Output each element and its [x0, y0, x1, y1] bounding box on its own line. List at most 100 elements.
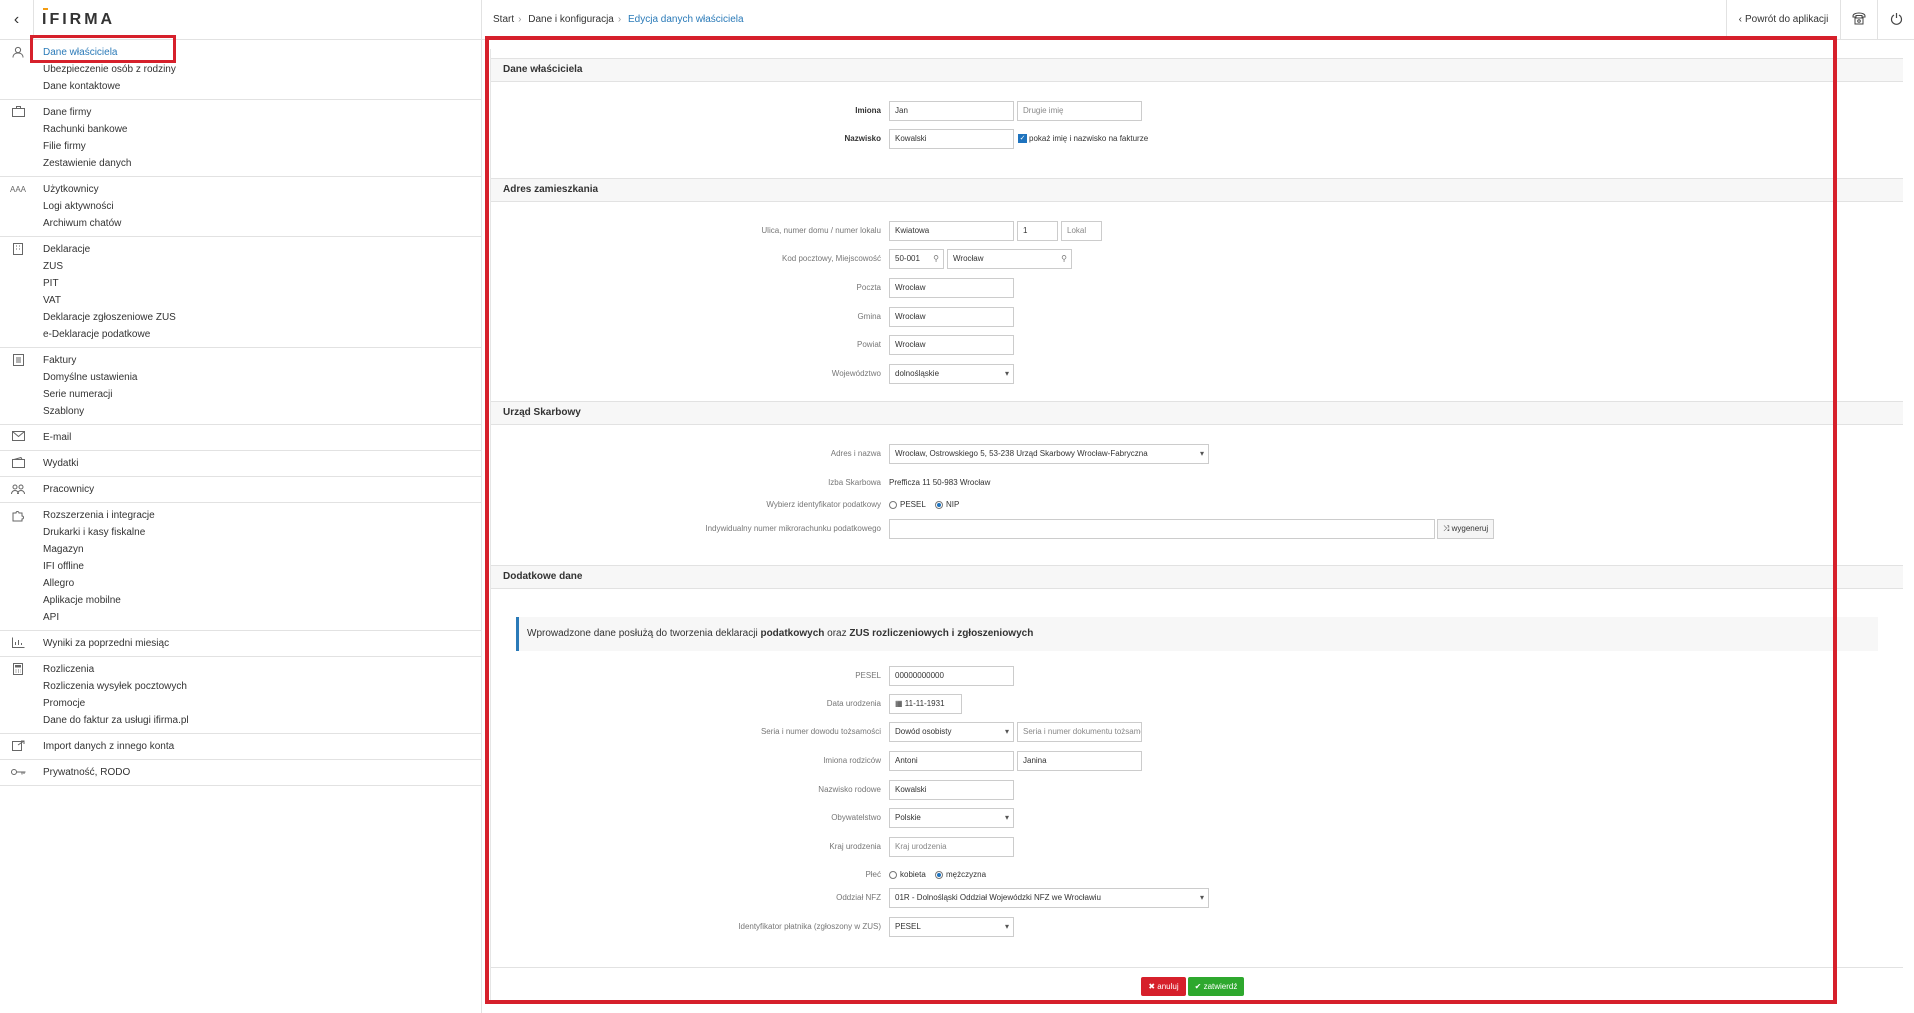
sidebar-item-invoice-data[interactable]: Dane do faktur za usługi ifirma.pl [43, 712, 481, 729]
mother-name-input[interactable]: Janina [1017, 751, 1142, 771]
second-name-input[interactable]: Drugie imię [1017, 101, 1142, 121]
search-icon[interactable]: ⚲ [933, 250, 939, 268]
sidebar-item-numbering-series[interactable]: Serie numeracji [43, 386, 481, 403]
first-name-label: Imiona [855, 106, 881, 115]
sidebar-item-contact-data[interactable]: Dane kontaktowe [43, 78, 481, 95]
submit-button[interactable]: ✔ zatwierdź [1188, 977, 1244, 996]
sidebar-item-e-declarations[interactable]: e-Deklaracje podatkowe [43, 326, 481, 343]
sidebar-item-data-summary[interactable]: Zestawienie danych [43, 155, 481, 172]
highlight-owner-data-frame [30, 35, 176, 63]
sidebar-item-allegro[interactable]: Allegro [43, 575, 481, 592]
sidebar-item-declarations[interactable]: Deklaracje [43, 241, 481, 258]
sidebar-item-extensions[interactable]: Rozszerzenia i integracje [43, 507, 481, 524]
sidebar-item-expenses[interactable]: Wydatki [43, 455, 481, 472]
payer-id-select[interactable]: PESEL [889, 917, 1014, 937]
sidebar-item-zus[interactable]: ZUS [43, 258, 481, 275]
import-icon [10, 740, 26, 754]
last-name-input[interactable]: Kowalski [889, 129, 1014, 149]
voivodeship-select[interactable]: dolnośląskie [889, 364, 1014, 384]
sidebar-group-declarations: Deklaracje ZUS PIT VAT Deklaracje zgłosz… [0, 237, 481, 348]
collapse-sidebar-button[interactable]: ‹ [0, 0, 34, 40]
sidebar-item-last-month-results[interactable]: Wyniki za poprzedni miesiąc [43, 635, 481, 652]
county-input[interactable]: Wrocław [889, 335, 1014, 355]
checkbox-checked-icon: ✓ [1018, 134, 1027, 144]
nfz-select[interactable]: 01R - Dolnośląski Oddział Wojewódzki NFZ… [889, 888, 1209, 908]
info-callout: Wprowadzone dane posłużą do tworzenia de… [516, 617, 1878, 651]
sidebar-item-company-data[interactable]: Dane firmy [43, 104, 481, 121]
sidebar-item-email[interactable]: E-mail [43, 429, 481, 446]
tax-office-select[interactable]: Wrocław, Ostrowskiego 5, 53-238 Urząd Sk… [889, 444, 1209, 464]
mail-icon [10, 431, 26, 445]
post-input[interactable]: Wrocław [889, 278, 1014, 298]
chart-icon [10, 637, 26, 651]
sidebar-item-zus-declarations[interactable]: Deklaracje zgłoszeniowe ZUS [43, 309, 481, 326]
flat-number-input[interactable]: Lokal [1061, 221, 1102, 241]
commune-input[interactable]: Wrocław [889, 307, 1014, 327]
sidebar-item-branches[interactable]: Filie firmy [43, 138, 481, 155]
shuffle-icon: ⤨ [1443, 524, 1452, 533]
sidebar-item-default-settings[interactable]: Domyślne ustawienia [43, 369, 481, 386]
id-doc-type-select[interactable]: Dowód osobisty [889, 722, 1014, 742]
sidebar-item-invoices[interactable]: Faktury [43, 352, 481, 369]
section-tax-office-title: Urząd Skarbowy [491, 401, 1903, 425]
show-on-invoice-checkbox[interactable]: ✓ pokaż imię i nazwisko na fakturze [1018, 128, 1148, 150]
sidebar-item-privacy-rodo[interactable]: Prywatność, RODO [43, 764, 481, 781]
sidebar-item-printers[interactable]: Drukarki i kasy fiskalne [43, 524, 481, 541]
postal-code-input[interactable]: 50-001 ⚲ [889, 249, 944, 269]
tax-chamber-row: Izba Skarbowa Prefficza 11 50-983 Wrocła… [491, 472, 1903, 494]
payer-id-label: Identyfikator płatnika (zgłoszony w ZUS) [738, 922, 881, 931]
sidebar-item-postal-settlements[interactable]: Rozliczenia wysyłek pocztowych [43, 678, 481, 695]
first-name-input[interactable]: Jan [889, 101, 1014, 121]
cancel-button[interactable]: ✖ anuluj [1141, 977, 1186, 996]
house-number-input[interactable]: 1 [1017, 221, 1058, 241]
sidebar-item-vat[interactable]: VAT [43, 292, 481, 309]
father-name-input[interactable]: Antoni [889, 751, 1014, 771]
sidebar-item-users[interactable]: Użytkownicy [43, 181, 481, 198]
sidebar-item-pit[interactable]: PIT [43, 275, 481, 292]
sidebar-item-warehouse[interactable]: Magazyn [43, 541, 481, 558]
chevron-left-icon: ‹ [1738, 14, 1742, 25]
identifier-pesel-radio[interactable]: PESEL [889, 494, 926, 516]
building-icon [10, 243, 26, 257]
sidebar-item-api[interactable]: API [43, 609, 481, 626]
last-name-label: Nazwisko [844, 134, 881, 143]
search-icon[interactable]: ⚲ [1061, 250, 1067, 268]
birth-date-input[interactable]: ▦ 11-11-1931 [889, 694, 962, 714]
micro-account-input[interactable] [889, 519, 1435, 539]
generate-button[interactable]: ⤨ wygeneruj [1437, 519, 1495, 539]
logout-button[interactable] [1877, 0, 1914, 40]
street-input[interactable]: Kwiatowa [889, 221, 1014, 241]
breadcrumb-start[interactable]: Start [493, 14, 514, 25]
family-name-input[interactable]: Kowalski [889, 780, 1014, 800]
sidebar-item-chat-archive[interactable]: Archiwum chatów [43, 215, 481, 232]
sidebar-item-activity-logs[interactable]: Logi aktywności [43, 198, 481, 215]
gender-female-radio[interactable]: kobieta [889, 864, 926, 886]
sidebar-item-bank-accounts[interactable]: Rachunki bankowe [43, 121, 481, 138]
sidebar-item-settlements[interactable]: Rozliczenia [43, 661, 481, 678]
id-doc-number-input[interactable]: Seria i numer dokumentu tożsamo [1017, 722, 1142, 742]
identifier-nip-radio[interactable]: NIP [935, 494, 959, 516]
sidebar-group-privacy: Prywatność, RODO [0, 760, 481, 786]
back-to-app-button[interactable]: ‹ Powrót do aplikacji [1726, 0, 1840, 40]
postal-label: Kod pocztowy, Miejscowość [782, 254, 881, 263]
sidebar-item-mobile-apps[interactable]: Aplikacje mobilne [43, 592, 481, 609]
sidebar-item-employees[interactable]: Pracownicy [43, 481, 481, 498]
invoice-icon [10, 354, 26, 368]
last-name-row: Nazwisko Kowalski ✓ pokaż imię i nazwisko… [491, 128, 1903, 150]
pesel-label: PESEL [855, 671, 881, 680]
city-input[interactable]: Wrocław ⚲ [947, 249, 1072, 269]
gender-male-radio[interactable]: mężczyzna [935, 864, 986, 886]
sidebar-item-family-insurance[interactable]: Ubezpieczenie osób z rodziny [43, 61, 481, 78]
citizenship-select[interactable]: Polskie [889, 808, 1014, 828]
breadcrumb-data-config[interactable]: Dane i konfiguracja [528, 14, 614, 25]
brand-logo[interactable]: IFIRMA [42, 7, 115, 29]
pesel-input[interactable]: 00000000000 [889, 666, 1014, 686]
main-content: Dane właściciela Imiona Jan Drugie imię … [482, 41, 1914, 1013]
phone-button[interactable] [1840, 0, 1877, 40]
sidebar-item-import-data[interactable]: Import danych z innego konta [43, 738, 481, 755]
sidebar-item-templates[interactable]: Szablony [43, 403, 481, 420]
street-label: Ulica, numer domu / numer lokalu [761, 226, 881, 235]
sidebar-item-promotions[interactable]: Promocje [43, 695, 481, 712]
sidebar-item-ifi-offline[interactable]: IFI offline [43, 558, 481, 575]
birth-country-input[interactable]: Kraj urodzenia [889, 837, 1014, 857]
